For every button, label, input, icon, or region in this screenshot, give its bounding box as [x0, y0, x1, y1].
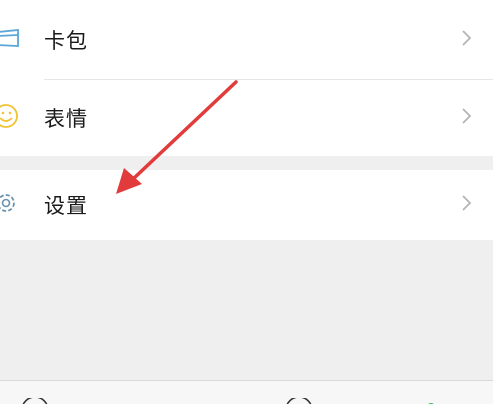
smiley-icon [0, 104, 22, 132]
gear-icon [0, 191, 22, 219]
chat-icon[interactable] [20, 395, 50, 404]
settings-label: 设置 [44, 194, 88, 218]
wallet-label: 卡包 [44, 29, 88, 53]
chevron-right-icon [460, 28, 474, 52]
contacts-icon[interactable] [156, 395, 170, 404]
discover-icon[interactable] [284, 395, 314, 404]
chevron-right-icon [460, 106, 474, 130]
card-wallet-icon [0, 27, 22, 53]
menu-item-stickers[interactable]: 表情 [0, 80, 493, 156]
me-icon[interactable] [424, 395, 438, 404]
chevron-right-icon [460, 193, 474, 217]
bottom-tab-bar [0, 380, 493, 404]
menu-item-wallet[interactable]: 卡包 [0, 0, 493, 80]
stickers-label: 表情 [44, 107, 88, 131]
menu-item-settings[interactable]: 设置 [0, 170, 493, 240]
